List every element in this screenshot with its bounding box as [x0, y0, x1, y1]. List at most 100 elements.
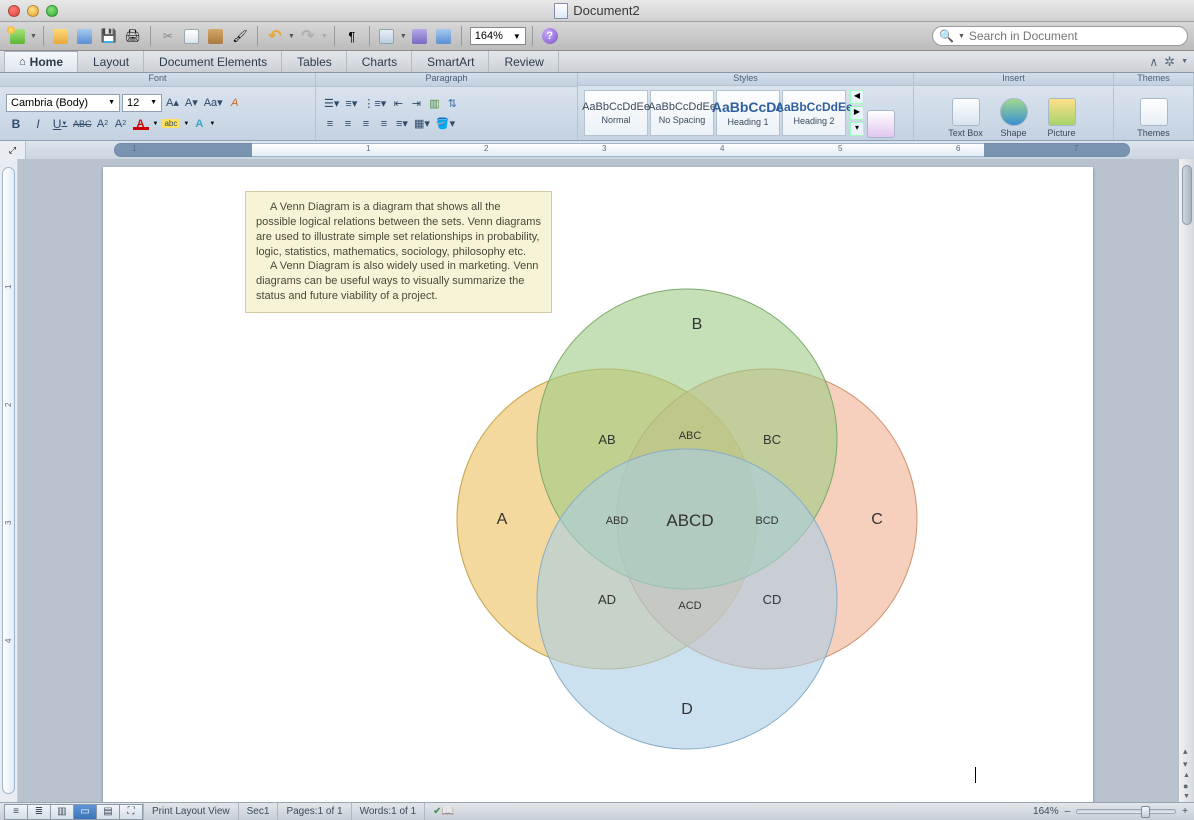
- status-words[interactable]: Words: 1 of 1: [351, 803, 425, 820]
- ruler-horizontal[interactable]: ⤢ 1 1 2 3 4 5 6 7: [0, 141, 1194, 159]
- redo-dropdown-icon[interactable]: ▼: [321, 33, 328, 40]
- grow-font-button[interactable]: A▴: [164, 94, 181, 112]
- open-button[interactable]: [50, 25, 72, 47]
- align-center-button[interactable]: ≡: [340, 115, 356, 133]
- styles-prev-button[interactable]: ◀: [850, 90, 864, 104]
- chevron-down-icon[interactable]: ▼: [153, 121, 159, 127]
- new-dropdown-icon[interactable]: ▼: [30, 33, 37, 40]
- view-print-layout-button[interactable]: ▭: [73, 804, 97, 820]
- indent-left-button[interactable]: ⇤: [390, 95, 406, 113]
- zoom-in-button[interactable]: +: [1182, 806, 1188, 817]
- text-effects-button[interactable]: A: [191, 115, 207, 133]
- browse-object-icon[interactable]: ●: [1183, 781, 1190, 791]
- align-left-button[interactable]: ≡: [322, 115, 338, 133]
- search-field[interactable]: 🔍 ▼: [932, 26, 1188, 46]
- font-size-combo[interactable]: 12▼: [122, 94, 162, 112]
- view-draft-button[interactable]: ≡: [4, 804, 28, 820]
- tab-layout[interactable]: Layout: [78, 51, 144, 72]
- scroll-down-icon[interactable]: ▾: [1183, 759, 1190, 770]
- strikethrough-button[interactable]: ABC: [72, 114, 93, 134]
- picture-button[interactable]: Picture: [1040, 88, 1084, 138]
- new-doc-button[interactable]: [6, 25, 28, 47]
- styles-more-button[interactable]: ▾: [850, 122, 864, 136]
- highlight-button[interactable]: abc: [160, 115, 181, 133]
- view-notebook-button[interactable]: ▤: [96, 804, 120, 820]
- undo-button[interactable]: ↶: [264, 25, 286, 47]
- status-pages[interactable]: Pages: 1 of 1: [277, 803, 350, 820]
- cut-button[interactable]: ✂: [157, 25, 179, 47]
- superscript-button[interactable]: A2: [95, 115, 111, 133]
- status-spellcheck[interactable]: ✔📖: [424, 803, 462, 820]
- view-fullscreen-button[interactable]: ⛶: [119, 804, 143, 820]
- font-color-button[interactable]: A: [131, 115, 151, 133]
- tab-home[interactable]: ⌂Home: [4, 51, 78, 72]
- scrollbar-vertical[interactable]: ▴ ▾ ▲ ● ▼: [1178, 159, 1194, 802]
- sidebar-toggle-button[interactable]: [376, 25, 398, 47]
- align-right-button[interactable]: ≡: [358, 115, 374, 133]
- line-spacing-button[interactable]: ≡▾: [394, 115, 410, 133]
- style-heading-1[interactable]: AaBbCcDeHeading 1: [716, 90, 780, 136]
- show-marks-button[interactable]: ¶: [341, 25, 363, 47]
- tab-tables[interactable]: Tables: [282, 51, 347, 72]
- page[interactable]: A Venn Diagram is a diagram that shows a…: [103, 167, 1093, 802]
- chevron-down-icon[interactable]: ▼: [183, 121, 189, 127]
- italic-button[interactable]: I: [28, 114, 48, 134]
- numbering-button[interactable]: ≡▾: [343, 95, 359, 113]
- bullets-button[interactable]: ☰▾: [322, 95, 341, 113]
- search-dropdown-icon[interactable]: ▼: [958, 33, 965, 40]
- prev-page-icon[interactable]: ▲: [1183, 772, 1190, 779]
- chevron-down-icon[interactable]: ▼: [1181, 58, 1188, 65]
- subscript-button[interactable]: A2: [113, 115, 129, 133]
- scroll-up-icon[interactable]: ▴: [1183, 746, 1190, 757]
- font-name-combo[interactable]: Cambria (Body)▼: [6, 94, 120, 112]
- styles-pane-button[interactable]: [866, 88, 896, 138]
- indent-right-button[interactable]: ⇥: [408, 95, 424, 113]
- search-input[interactable]: [969, 29, 1181, 43]
- view-outline-button[interactable]: ≣: [27, 804, 51, 820]
- style-no-spacing[interactable]: AaBbCcDdEeNo Spacing: [650, 90, 714, 136]
- paste-button[interactable]: [205, 25, 227, 47]
- redo-button[interactable]: ↷: [297, 25, 319, 47]
- borders-button[interactable]: ▦▾: [412, 115, 432, 133]
- undo-dropdown-icon[interactable]: ▼: [288, 33, 295, 40]
- ruler-corner[interactable]: ⤢: [0, 141, 26, 159]
- style-heading-2[interactable]: AaBbCcDdEeHeading 2: [782, 90, 846, 136]
- zoom-slider-thumb[interactable]: [1141, 806, 1150, 818]
- open-from-button[interactable]: [74, 25, 96, 47]
- sidebar-dropdown-icon[interactable]: ▼: [400, 33, 407, 40]
- collapse-ribbon-button[interactable]: ∧: [1149, 55, 1158, 69]
- styles-next-button[interactable]: ▶: [850, 106, 864, 120]
- tab-smartart[interactable]: SmartArt: [412, 51, 489, 72]
- underline-button[interactable]: U ▼: [50, 114, 70, 134]
- scroll-thumb[interactable]: [1182, 165, 1192, 225]
- themes-button[interactable]: Themes: [1132, 88, 1176, 138]
- zoom-out-button[interactable]: –: [1065, 806, 1071, 817]
- gallery-button[interactable]: [433, 25, 455, 47]
- shape-button[interactable]: Shape: [992, 88, 1036, 138]
- copy-button[interactable]: [181, 25, 203, 47]
- zoom-combo[interactable]: 164%▼: [470, 27, 526, 45]
- format-painter-button[interactable]: 🖌: [229, 25, 251, 47]
- bold-button[interactable]: B: [6, 114, 26, 134]
- change-case-button[interactable]: Aa▾: [202, 94, 225, 112]
- shrink-font-button[interactable]: A▾: [183, 94, 200, 112]
- clear-formatting-button[interactable]: A: [227, 94, 243, 112]
- status-zoom-value[interactable]: 164%: [1033, 806, 1059, 817]
- toolbox-button[interactable]: [409, 25, 431, 47]
- textbox-button[interactable]: Text Box: [944, 88, 988, 138]
- multilevel-list-button[interactable]: ⋮≡▾: [361, 95, 388, 113]
- help-button[interactable]: ?: [539, 25, 561, 47]
- justify-button[interactable]: ≡: [376, 115, 392, 133]
- save-button[interactable]: 💾: [98, 25, 120, 47]
- style-normal[interactable]: AaBbCcDdEeNormal: [584, 90, 648, 136]
- shading-button[interactable]: 🪣▾: [434, 115, 457, 133]
- chevron-down-icon[interactable]: ▼: [209, 121, 215, 127]
- venn-diagram[interactable]: B A C D AB BC AD CD ABC ABD BCD ACD ABCD: [397, 239, 937, 799]
- sort-button[interactable]: ⇅: [444, 95, 460, 113]
- ribbon-settings-button[interactable]: ✲: [1164, 54, 1175, 70]
- page-canvas[interactable]: A Venn Diagram is a diagram that shows a…: [18, 159, 1178, 802]
- view-publishing-button[interactable]: ▥: [50, 804, 74, 820]
- zoom-slider[interactable]: [1076, 809, 1176, 814]
- tab-charts[interactable]: Charts: [347, 51, 412, 72]
- tab-document-elements[interactable]: Document Elements: [144, 51, 282, 72]
